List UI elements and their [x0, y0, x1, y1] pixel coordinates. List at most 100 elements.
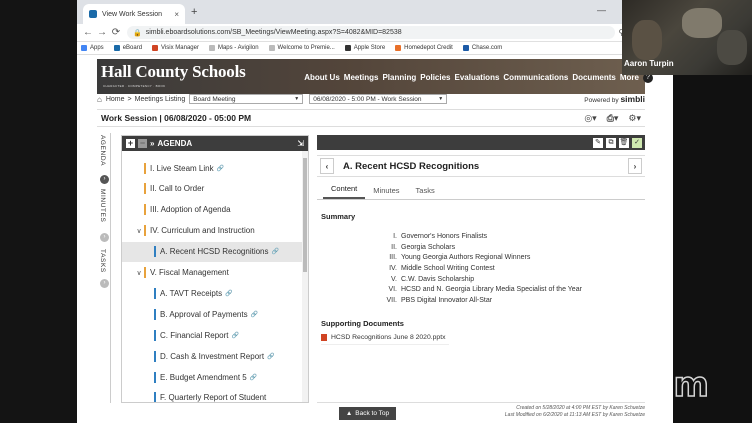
meeting-select[interactable]: 06/08/2020 - 5:00 PM - Work Session ▼ — [309, 94, 448, 104]
pin-icon[interactable]: ⇲ — [297, 139, 304, 148]
side-tab-tasks[interactable]: TASKS — [99, 249, 106, 273]
bookmark-maps[interactable]: Maps - Avigilon — [208, 45, 259, 51]
menu-documents[interactable]: Documents — [572, 73, 616, 82]
side-tab-minutes[interactable]: MINUTES — [99, 189, 106, 222]
recognition-text: HCSD and N. Georgia Library Media Specia… — [401, 286, 582, 294]
copy-icon[interactable]: ⧉ — [606, 137, 616, 148]
back-icon[interactable]: ← — [81, 27, 95, 38]
attachment-icon: 🔗 — [231, 332, 239, 339]
tab-minutes[interactable]: Minutes — [365, 186, 407, 199]
chevron-down-icon: ▼ — [294, 96, 300, 102]
agenda-scrollbar[interactable] — [302, 151, 308, 402]
browser-tab[interactable]: View Work Session × — [83, 4, 185, 24]
attachment-icon: 🔗 — [267, 353, 275, 360]
collapse-all-icon[interactable]: − — [138, 139, 147, 148]
meeting-type-select[interactable]: Board Meeting ▼ — [189, 94, 304, 104]
delete-icon[interactable]: 🗑 — [619, 137, 629, 148]
agenda-item[interactable]: II. Call to Order — [122, 179, 302, 199]
agenda-header-title: AGENDA — [157, 139, 193, 148]
agenda-item[interactable]: E. Budget Amendment 5 🔗 — [122, 367, 302, 387]
print-icon[interactable]: ⎙▾ — [607, 113, 619, 124]
approve-icon[interactable]: ✓ — [632, 137, 642, 148]
attachment-icon: 🔗 — [271, 249, 279, 256]
recognition-number: V. — [391, 275, 397, 283]
agenda-item[interactable]: D. Cash & Investment Report 🔗 — [122, 346, 302, 366]
gear-icon[interactable]: ⚙▾ — [628, 113, 641, 124]
site-logo[interactable]: Hall County Schools — [101, 62, 246, 82]
bookmark-homedepot[interactable]: Homedepot Credit — [395, 45, 453, 51]
chevron-down-icon[interactable]: ∨ — [134, 227, 144, 235]
powerpoint-file-icon — [321, 333, 327, 341]
agenda-item-marker — [144, 225, 146, 237]
view-options-icon[interactable]: ◎▾ — [584, 113, 596, 124]
recognition-item: VII. PBS Digital Innovator All-Star — [317, 297, 645, 308]
bookmark-eboard[interactable]: eBoard — [113, 45, 142, 51]
panel-footer: ▲ Back to Top Created on 5/28/2020 at 4:… — [317, 402, 645, 423]
agenda-item-marker — [154, 287, 156, 299]
agenda-item[interactable]: C. Financial Report 🔗 — [122, 325, 302, 345]
document-icon — [268, 45, 275, 51]
tab-tasks[interactable]: Tasks — [408, 186, 443, 199]
agenda-item[interactable]: F. Quarterly Report of Student — [122, 388, 302, 402]
browser-window: View Work Session × + — ← → ⟳ 🔒 simbli.e… — [77, 0, 673, 423]
menu-evaluations[interactable]: Evaluations — [455, 73, 500, 82]
edit-icon[interactable]: ✎ — [593, 137, 603, 148]
menu-communications[interactable]: Communications — [503, 73, 568, 82]
agenda-arrow-icon[interactable]: › — [100, 175, 109, 184]
item-tabs: Content Minutes Tasks — [317, 182, 645, 200]
agenda-header: + − » AGENDA ⇲ — [122, 136, 308, 151]
attachment-icon: 🔗 — [250, 311, 259, 318]
back-to-top-button[interactable]: ▲ Back to Top — [339, 407, 396, 420]
apple-icon — [344, 45, 351, 51]
minutes-arrow-icon[interactable]: › — [100, 233, 109, 242]
video-figure — [632, 20, 662, 60]
agenda-item[interactable]: I. Live Steam Link 🔗 — [122, 158, 302, 178]
agenda-item-marker — [154, 308, 156, 320]
agenda-item-marker — [144, 267, 146, 278]
forward-icon[interactable]: → — [95, 27, 109, 38]
agenda-item[interactable]: A. TAVT Receipts 🔗 — [122, 283, 302, 303]
participant-name: Aaron Turpin — [624, 59, 674, 68]
scrollbar-thumb[interactable] — [303, 158, 307, 272]
homedepot-icon — [395, 45, 402, 51]
double-chevron-icon[interactable]: » — [150, 139, 154, 148]
agenda-item[interactable]: III. Adoption of Agenda — [122, 200, 302, 220]
close-tab-icon[interactable]: × — [174, 10, 179, 19]
menu-policies[interactable]: Policies — [420, 73, 450, 82]
session-title: Work Session | 06/08/2020 - 05:00 PM — [101, 113, 252, 123]
crumb-home[interactable]: Home — [106, 96, 125, 103]
document-link[interactable]: HCSD Recognitions June 8 2020.pptx — [321, 333, 449, 345]
menu-planning[interactable]: Planning — [382, 73, 416, 82]
bookmark-apps[interactable]: Apps — [81, 45, 104, 51]
eboard-icon — [113, 45, 120, 51]
new-tab-button[interactable]: + — [191, 6, 197, 18]
agenda-item[interactable]: B. Approval of Payments 🔗 — [122, 304, 302, 324]
agenda-item-marker — [154, 392, 156, 402]
chevron-down-icon[interactable]: ∨ — [134, 269, 144, 277]
agenda-item[interactable]: ∨ IV. Curriculum and Instruction — [122, 221, 302, 241]
home-icon[interactable]: ⌂ — [97, 95, 102, 104]
bookmark-welcome[interactable]: Welcome to Premie... — [268, 45, 335, 51]
supporting-documents-heading: Supporting Documents — [321, 318, 404, 328]
crumb-meetings-listing[interactable]: Meetings Listing — [135, 96, 186, 103]
agenda-item[interactable]: A. Recent HCSD Recognitions 🔗 — [122, 241, 302, 262]
previous-item-button[interactable]: ‹ — [320, 158, 334, 174]
expand-all-icon[interactable]: + — [126, 139, 135, 148]
bookmark-visix[interactable]: Visix Manager — [152, 45, 199, 51]
agenda-item[interactable]: ∨ V. Fiscal Management — [122, 263, 302, 283]
apps-grid-icon — [81, 45, 87, 51]
bookmark-chase[interactable]: Chase.com — [462, 45, 502, 51]
url-field[interactable]: 🔒 simbli.eboardsolutions.com/SB_Meetings… — [127, 26, 615, 39]
reload-icon[interactable]: ⟳ — [109, 27, 123, 38]
side-tab-agenda[interactable]: AGENDA — [99, 135, 106, 166]
agenda-item-label: B. Approval of Payments — [160, 309, 248, 319]
menu-meetings[interactable]: Meetings — [344, 73, 379, 82]
agenda-item-label: C. Financial Report — [160, 330, 229, 340]
menu-about-us[interactable]: About Us — [304, 73, 340, 82]
minimize-icon[interactable]: — — [597, 5, 606, 15]
tasks-arrow-icon[interactable]: › — [100, 279, 109, 288]
tab-content[interactable]: Content — [323, 184, 366, 199]
bookmark-apple[interactable]: Apple Store — [344, 45, 385, 51]
next-item-button[interactable]: › — [628, 158, 642, 174]
chevron-down-icon: ▼ — [438, 96, 444, 102]
